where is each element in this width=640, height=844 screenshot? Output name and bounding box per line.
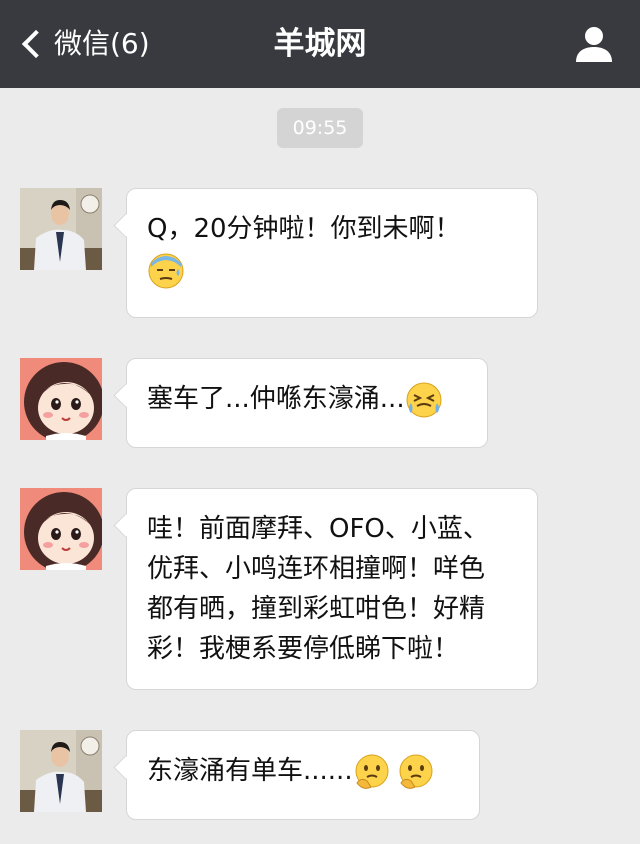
message-line: 优拜、小鸣连环相撞啊！咩色 xyxy=(147,554,486,584)
girl-avatar-image xyxy=(20,358,102,440)
chat-header: 微信(6) 羊城网 xyxy=(0,0,640,88)
message-text: 东濠涌有单车...... xyxy=(147,751,459,791)
message-text: Q，20分钟啦！你到未啊！ xyxy=(147,214,461,244)
profile-button[interactable] xyxy=(572,22,616,66)
message-bubble[interactable]: 塞车了...仲喺东濠涌... xyxy=(126,358,488,448)
avatar-man[interactable] xyxy=(20,188,102,270)
message-bubble[interactable]: 东濠涌有单车...... xyxy=(126,730,480,820)
avatar-man[interactable] xyxy=(20,730,102,812)
message-text: 塞车了...仲喺东濠涌... xyxy=(147,379,467,419)
avatar-girl[interactable] xyxy=(20,358,102,440)
girl-avatar-image xyxy=(20,488,102,570)
chat-title: 羊城网 xyxy=(273,26,367,62)
message-bubble[interactable]: Q，20分钟啦！你到未啊！ xyxy=(126,188,538,318)
man-avatar-image xyxy=(20,730,102,812)
message-line: 哇！前面摩拜、OFO、小蓝、 xyxy=(147,514,489,544)
person-icon xyxy=(576,27,612,62)
cold-sweat-emoji-icon xyxy=(147,251,185,289)
message-text-content: 塞车了...仲喺东濠涌... xyxy=(147,384,405,414)
message-line: 彩！我梗系要停低睇下啦！ xyxy=(147,634,460,664)
avatar-girl[interactable] xyxy=(20,488,102,570)
timestamp-badge: 09:55 xyxy=(277,108,363,148)
thinking-emoji-icon xyxy=(353,753,391,791)
thinking-emoji-icon xyxy=(397,753,435,791)
message-line: 都有晒，撞到彩虹咁色！好精 xyxy=(147,594,486,624)
man-avatar-image xyxy=(20,188,102,270)
message-bubble[interactable]: 哇！前面摩拜、OFO、小蓝、 优拜、小鸣连环相撞啊！咩色 都有晒，撞到彩虹咁色！… xyxy=(126,488,538,690)
crying-laughing-emoji-icon xyxy=(405,381,443,419)
message-text-content: 东濠涌有单车...... xyxy=(147,756,353,786)
